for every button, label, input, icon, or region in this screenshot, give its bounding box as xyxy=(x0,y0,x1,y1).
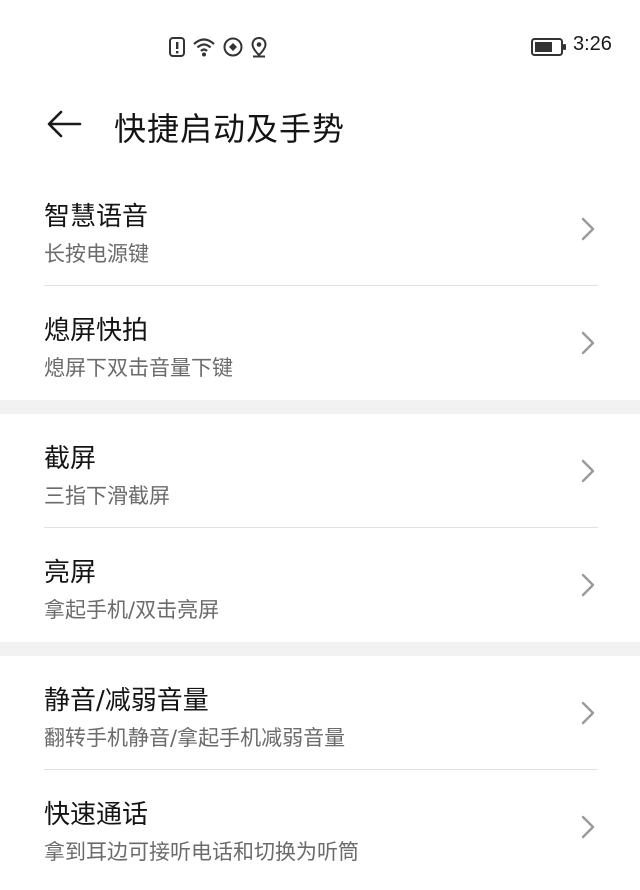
chevron-right-icon xyxy=(580,700,596,726)
status-icons xyxy=(168,36,268,58)
back-button[interactable] xyxy=(40,102,88,150)
status-bar: 3:26 xyxy=(0,0,640,92)
setting-item-screen-off-snap[interactable]: 熄屏快拍 熄屏下双击音量下键 xyxy=(0,286,640,400)
setting-item-title: 亮屏 xyxy=(44,558,97,588)
group-gap xyxy=(0,400,640,414)
status-time: 3:26 xyxy=(573,33,612,55)
settings-list: 智慧语音 长按电源键 熄屏快拍 熄屏下双击音量下键 截屏 三指下滑截屏 亮屏 拿… xyxy=(0,172,640,884)
setting-item-title: 熄屏快拍 xyxy=(44,316,149,346)
chevron-right-icon xyxy=(580,458,596,484)
setting-item-quick-call[interactable]: 快速通话 拿到耳边可接听电话和切换为听筒 xyxy=(0,770,640,884)
setting-item-subtitle: 长按电源键 xyxy=(44,242,149,266)
setting-item-title: 智慧语音 xyxy=(44,202,149,232)
location-pin-icon xyxy=(250,36,268,58)
setting-item-subtitle: 拿到耳边可接听电话和切换为听筒 xyxy=(44,840,359,864)
header: 快捷启动及手势 xyxy=(0,92,640,162)
back-arrow-icon[interactable] xyxy=(44,108,84,144)
location-sync-icon xyxy=(222,36,244,58)
alert-icon xyxy=(168,36,186,58)
setting-item-title: 快速通话 xyxy=(44,800,149,830)
page-title: 快捷启动及手势 xyxy=(114,110,346,148)
chevron-right-icon xyxy=(580,330,596,356)
setting-item-smart-voice[interactable]: 智慧语音 长按电源键 xyxy=(0,172,640,286)
chevron-right-icon xyxy=(580,216,596,242)
settings-group-2: 截屏 三指下滑截屏 亮屏 拿起手机/双击亮屏 xyxy=(0,414,640,642)
setting-item-wake-screen[interactable]: 亮屏 拿起手机/双击亮屏 xyxy=(0,528,640,642)
settings-group-3: 静音/减弱音量 翻转手机静音/拿起手机减弱音量 快速通话 拿到耳边可接听电话和切… xyxy=(0,656,640,884)
setting-item-subtitle: 翻转手机静音/拿起手机减弱音量 xyxy=(44,726,346,750)
setting-item-title: 静音/减弱音量 xyxy=(44,686,209,716)
chevron-right-icon xyxy=(580,572,596,598)
chevron-right-icon xyxy=(580,814,596,840)
setting-item-mute-volume[interactable]: 静音/减弱音量 翻转手机静音/拿起手机减弱音量 xyxy=(0,656,640,770)
settings-group-1: 智慧语音 长按电源键 熄屏快拍 熄屏下双击音量下键 xyxy=(0,172,640,400)
setting-item-title: 截屏 xyxy=(44,444,97,474)
wifi-icon xyxy=(192,36,216,58)
setting-item-subtitle: 三指下滑截屏 xyxy=(44,484,170,508)
setting-item-screenshot[interactable]: 截屏 三指下滑截屏 xyxy=(0,414,640,528)
setting-item-subtitle: 拿起手机/双击亮屏 xyxy=(44,598,220,622)
battery-icon xyxy=(531,38,567,56)
group-gap xyxy=(0,642,640,656)
setting-item-subtitle: 熄屏下双击音量下键 xyxy=(44,356,233,380)
